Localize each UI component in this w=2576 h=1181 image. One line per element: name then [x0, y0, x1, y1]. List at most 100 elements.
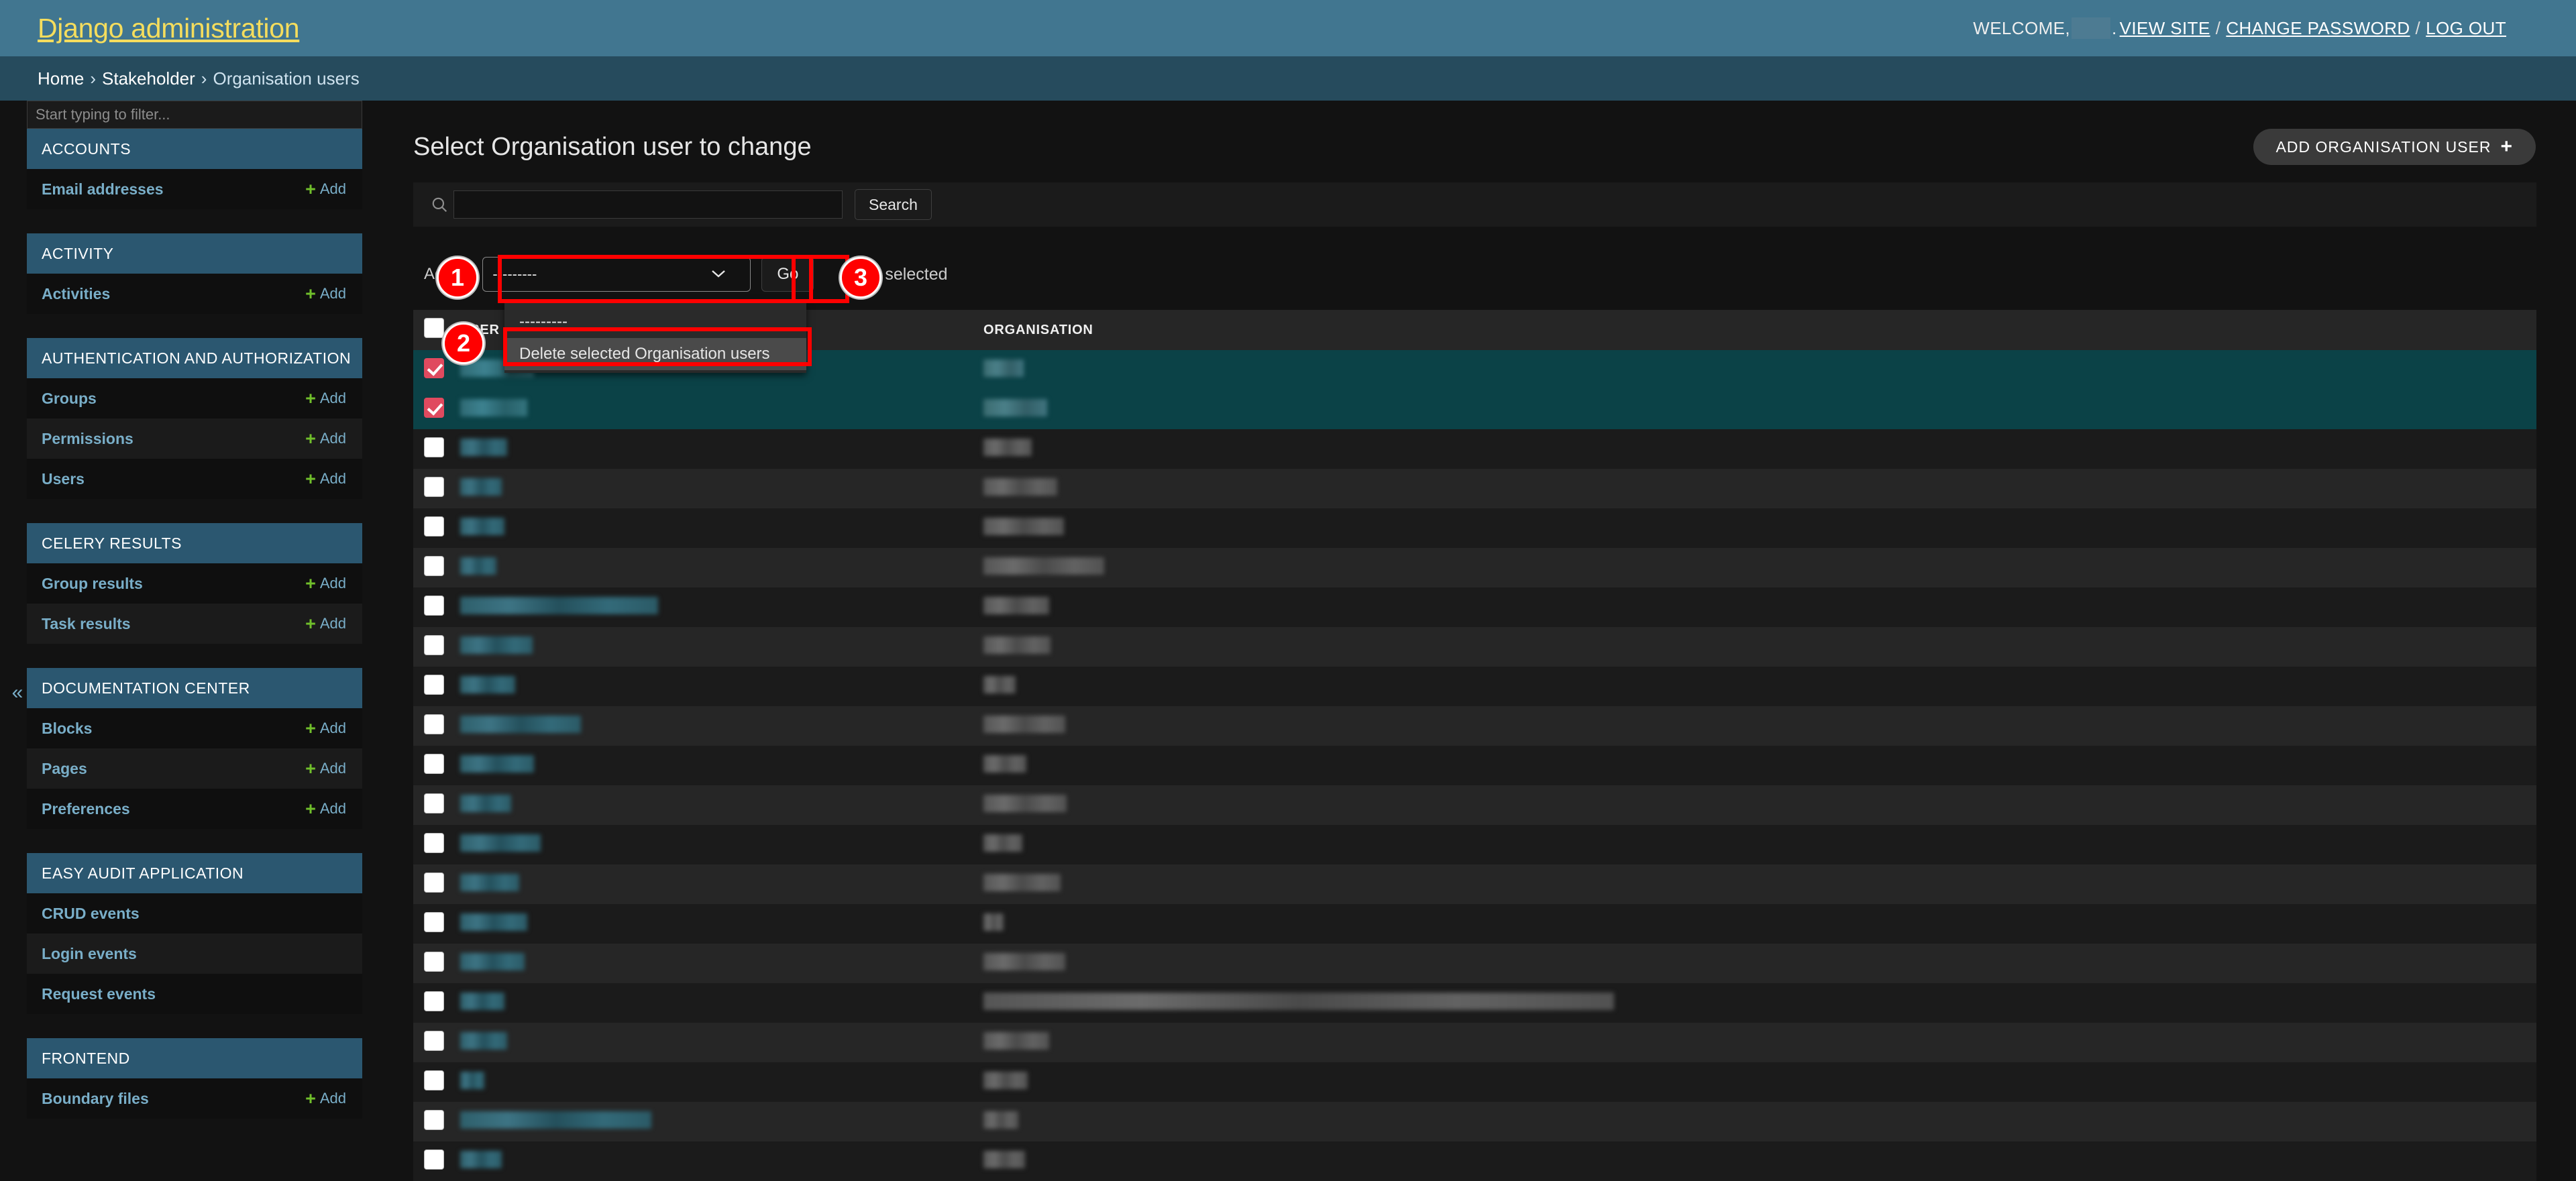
- cell-user[interactable]: [452, 1141, 975, 1181]
- row-checkbox[interactable]: [424, 912, 444, 932]
- table-row[interactable]: [413, 1062, 2536, 1102]
- sidebar-item-label[interactable]: Group results: [42, 575, 143, 593]
- go-button[interactable]: Go: [761, 257, 814, 292]
- cell-user[interactable]: [452, 1023, 975, 1062]
- sidebar-app-caption[interactable]: CELERY RESULTS: [27, 523, 362, 563]
- view-site-link[interactable]: VIEW SITE: [2120, 18, 2210, 39]
- delete-action-option[interactable]: Delete selected Organisation users: [504, 338, 806, 370]
- row-checkbox[interactable]: [424, 991, 444, 1011]
- sidebar-app-caption[interactable]: ACTIVITY: [27, 233, 362, 274]
- sidebar-item-label[interactable]: Email addresses: [42, 180, 164, 199]
- change-password-link[interactable]: CHANGE PASSWORD: [2226, 18, 2410, 39]
- sidebar-add-link[interactable]: + Add: [305, 614, 346, 633]
- sidebar-app-caption[interactable]: ACCOUNTS: [27, 129, 362, 169]
- cell-user[interactable]: [452, 785, 975, 825]
- sidebar-add-link[interactable]: + Add: [305, 799, 346, 818]
- sidebar-add-link[interactable]: + Add: [305, 574, 346, 593]
- row-checkbox[interactable]: [424, 635, 444, 655]
- table-row[interactable]: [413, 667, 2536, 706]
- sidebar-add-link[interactable]: + Add: [305, 759, 346, 778]
- sidebar-item-label[interactable]: Blocks: [42, 720, 92, 738]
- table-row[interactable]: [413, 825, 2536, 864]
- table-row[interactable]: [413, 785, 2536, 825]
- row-checkbox[interactable]: [424, 437, 444, 457]
- table-row[interactable]: [413, 864, 2536, 904]
- row-checkbox[interactable]: [424, 675, 444, 695]
- row-checkbox[interactable]: [424, 477, 444, 497]
- sidebar-item-label[interactable]: Login events: [42, 945, 137, 963]
- sidebar-add-link[interactable]: + Add: [305, 469, 346, 488]
- row-checkbox[interactable]: [424, 1110, 444, 1130]
- table-row[interactable]: [413, 587, 2536, 627]
- add-organisation-user-button[interactable]: ADD ORGANISATION USER +: [2253, 129, 2536, 165]
- site-title[interactable]: Django administration: [38, 13, 300, 44]
- row-checkbox[interactable]: [424, 714, 444, 734]
- sidebar-item-boundary-files[interactable]: Boundary files + Add: [27, 1078, 362, 1119]
- sidebar-item-label[interactable]: Pages: [42, 760, 87, 778]
- sidebar-item-pages[interactable]: Pages + Add: [27, 748, 362, 789]
- row-checkbox[interactable]: [424, 596, 444, 616]
- sidebar-item-label[interactable]: Groups: [42, 390, 97, 408]
- sidebar-filter-input[interactable]: [27, 101, 362, 129]
- sidebar-item-label[interactable]: Task results: [42, 615, 131, 633]
- sidebar-collapse-icon[interactable]: «: [5, 681, 30, 705]
- action-select[interactable]: ---------: [482, 257, 751, 292]
- table-row[interactable]: [413, 1141, 2536, 1181]
- sidebar-app-caption[interactable]: AUTHENTICATION AND AUTHORIZATION: [27, 338, 362, 378]
- breadcrumb-stakeholder[interactable]: Stakeholder: [102, 68, 195, 89]
- cell-user[interactable]: [452, 667, 975, 706]
- row-checkbox[interactable]: [424, 516, 444, 537]
- sidebar-item-permissions[interactable]: Permissions + Add: [27, 418, 362, 459]
- row-checkbox[interactable]: [424, 873, 444, 893]
- cell-user[interactable]: [452, 864, 975, 904]
- table-row[interactable]: [413, 1102, 2536, 1141]
- sidebar-add-link[interactable]: + Add: [305, 719, 346, 738]
- table-row[interactable]: [413, 904, 2536, 944]
- sidebar-item-label[interactable]: Users: [42, 470, 85, 488]
- row-checkbox[interactable]: [424, 754, 444, 774]
- table-row[interactable]: [413, 429, 2536, 469]
- breadcrumb-home[interactable]: Home: [38, 68, 84, 89]
- cell-user[interactable]: [452, 469, 975, 508]
- table-row[interactable]: [413, 1023, 2536, 1062]
- table-row[interactable]: [413, 746, 2536, 785]
- cell-user[interactable]: [452, 944, 975, 983]
- row-checkbox[interactable]: [424, 556, 444, 576]
- cell-user[interactable]: [452, 587, 975, 627]
- cell-user[interactable]: [452, 627, 975, 667]
- cell-user[interactable]: [452, 706, 975, 746]
- blank-action-option[interactable]: ---------: [504, 306, 806, 338]
- sidebar-item-groups[interactable]: Groups + Add: [27, 378, 362, 418]
- table-row[interactable]: [413, 469, 2536, 508]
- cell-user[interactable]: [452, 825, 975, 864]
- sidebar-item-request-events[interactable]: Request events: [27, 974, 362, 1014]
- cell-user[interactable]: [452, 746, 975, 785]
- sidebar-item-label[interactable]: Request events: [42, 985, 156, 1003]
- sidebar-add-link[interactable]: + Add: [305, 1089, 346, 1108]
- sidebar-add-link[interactable]: + Add: [305, 429, 346, 448]
- sidebar-item-label[interactable]: CRUD events: [42, 905, 140, 923]
- table-row[interactable]: [413, 508, 2536, 548]
- sidebar-item-crud-events[interactable]: CRUD events: [27, 893, 362, 934]
- row-checkbox[interactable]: [424, 952, 444, 972]
- sidebar-item-group-results[interactable]: Group results + Add: [27, 563, 362, 604]
- sidebar-add-link[interactable]: + Add: [305, 389, 346, 408]
- row-checkbox[interactable]: [424, 793, 444, 813]
- search-input[interactable]: [453, 190, 843, 219]
- sidebar-item-label[interactable]: Permissions: [42, 430, 133, 448]
- sidebar-item-label[interactable]: Activities: [42, 285, 110, 303]
- sidebar-app-caption[interactable]: EASY AUDIT APPLICATION: [27, 853, 362, 893]
- table-row[interactable]: [413, 390, 2536, 429]
- sidebar-app-caption[interactable]: DOCUMENTATION CENTER: [27, 668, 362, 708]
- sidebar-add-link[interactable]: + Add: [305, 284, 346, 303]
- select-all-checkbox[interactable]: [424, 318, 444, 338]
- cell-user[interactable]: [452, 429, 975, 469]
- row-checkbox[interactable]: [424, 1149, 444, 1170]
- cell-user[interactable]: [452, 508, 975, 548]
- row-checkbox[interactable]: [424, 833, 444, 853]
- sidebar-item-label[interactable]: Preferences: [42, 800, 130, 818]
- sidebar-item-login-events[interactable]: Login events: [27, 934, 362, 974]
- sidebar-add-link[interactable]: + Add: [305, 180, 346, 199]
- sidebar-app-caption[interactable]: FRONTEND: [27, 1038, 362, 1078]
- log-out-link[interactable]: LOG OUT: [2426, 18, 2506, 39]
